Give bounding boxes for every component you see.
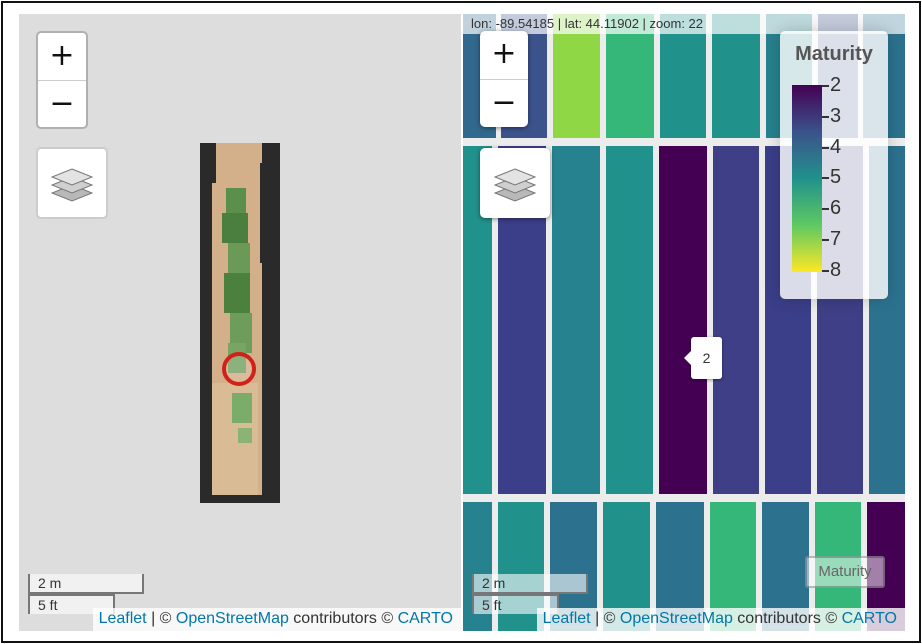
plot-cell bbox=[552, 146, 600, 494]
leaflet-link[interactable]: Leaflet bbox=[543, 610, 591, 627]
scale-bar-metric: 2 m bbox=[28, 574, 144, 594]
layers-control-button[interactable] bbox=[480, 148, 550, 218]
zoom-in-button[interactable]: + bbox=[38, 33, 86, 80]
scale-bar-metric: 2 m bbox=[472, 574, 588, 594]
osm-link[interactable]: OpenStreetMap bbox=[620, 610, 733, 627]
layers-icon bbox=[50, 168, 94, 202]
plot-image bbox=[200, 143, 280, 503]
zoom-control: + − bbox=[480, 31, 528, 127]
legend-tick: 2 bbox=[822, 75, 841, 95]
legend-title: Maturity bbox=[795, 43, 873, 65]
legend-color-ramp bbox=[792, 85, 822, 272]
left-map[interactable]: + − 2 m 5 ft Leaflet | © OpenStreetMap c… bbox=[19, 14, 461, 631]
carto-link[interactable]: CARTO bbox=[398, 610, 453, 627]
legend-tick: 7 bbox=[822, 229, 841, 249]
layers-control-button[interactable] bbox=[36, 147, 108, 219]
zoom-out-button[interactable]: − bbox=[38, 80, 86, 127]
plot-tooltip: 2 bbox=[684, 337, 722, 379]
attribution: Leaflet | © OpenStreetMap contributors ©… bbox=[92, 608, 461, 631]
legend-tick: 4 bbox=[822, 137, 841, 157]
location-marker bbox=[222, 352, 256, 386]
maturity-legend: Maturity 2 3 4 5 6 7 8 bbox=[780, 31, 888, 299]
zoom-in-button[interactable]: + bbox=[480, 31, 528, 79]
attribution-contributors: contributors © bbox=[288, 610, 398, 627]
attribution-separator: | © bbox=[590, 610, 620, 627]
layers-icon bbox=[493, 168, 537, 202]
plot-cell bbox=[606, 146, 653, 494]
right-map[interactable]: lon: -89.54185 | lat: 44.11902 | zoom: 2… bbox=[463, 14, 905, 631]
legend-tick: 6 bbox=[822, 198, 841, 218]
attribution: Leaflet | © OpenStreetMap contributors ©… bbox=[536, 608, 905, 631]
app-frame: + − 2 m 5 ft Leaflet | © OpenStreetMap c… bbox=[1, 1, 921, 643]
zoom-control: + − bbox=[36, 31, 88, 129]
legend-tick: 5 bbox=[822, 167, 841, 187]
legend-tick: 8 bbox=[822, 260, 841, 280]
leaflet-link[interactable]: Leaflet bbox=[99, 610, 147, 627]
attribution-contributors: contributors © bbox=[732, 610, 842, 627]
attribution-separator: | © bbox=[146, 610, 176, 627]
legend-tick: 3 bbox=[822, 106, 841, 126]
maturity-layer-toggle[interactable]: Maturity bbox=[805, 556, 885, 588]
plot-cell bbox=[659, 146, 707, 494]
carto-link[interactable]: CARTO bbox=[842, 610, 897, 627]
osm-link[interactable]: OpenStreetMap bbox=[176, 610, 289, 627]
plot-cell bbox=[713, 146, 759, 494]
zoom-out-button[interactable]: − bbox=[480, 79, 528, 127]
